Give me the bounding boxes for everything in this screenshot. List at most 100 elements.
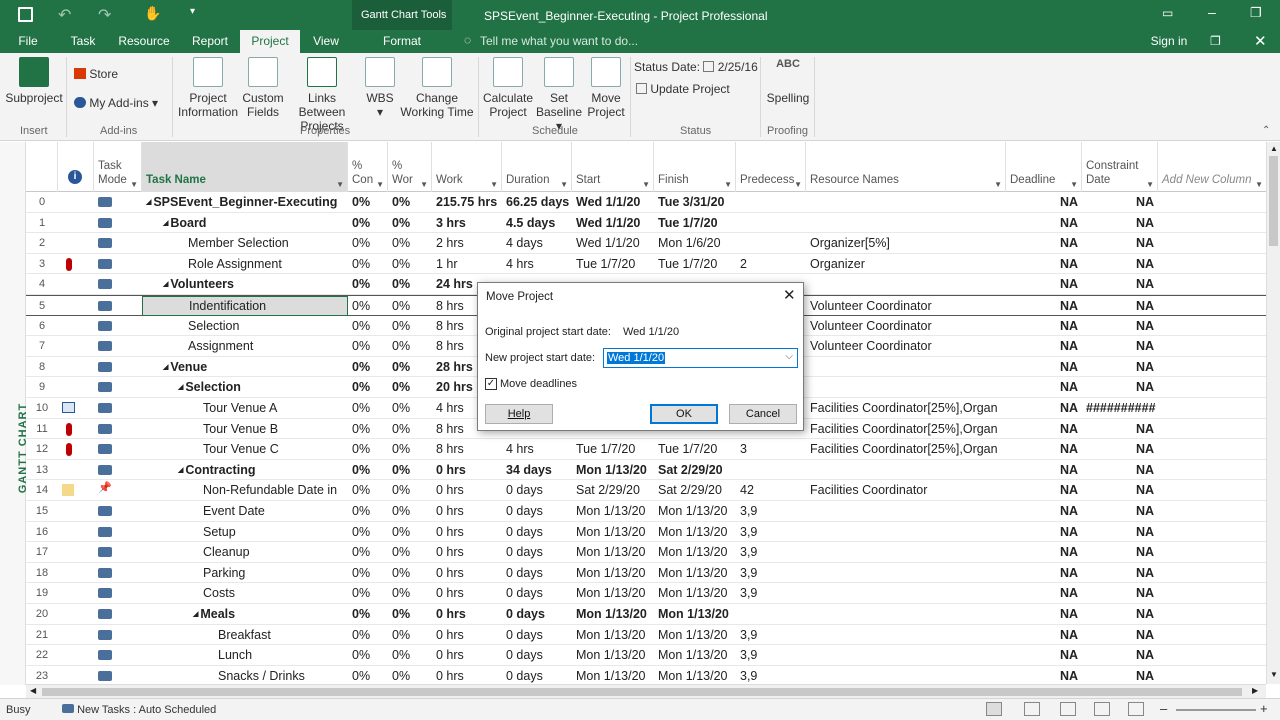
resource-names-cell[interactable]: Volunteer Coordinator <box>806 336 1006 356</box>
row-id[interactable]: 21 <box>26 625 58 645</box>
pct-complete-cell[interactable]: 0% <box>348 666 388 686</box>
task-name-cell[interactable]: ◢ Selection <box>142 377 348 397</box>
resource-names-cell[interactable] <box>806 522 1006 542</box>
duration-cell[interactable]: 0 days <box>502 583 572 603</box>
resource-names-cell[interactable] <box>806 625 1006 645</box>
deadline-cell[interactable]: NA <box>1006 583 1082 603</box>
finish-cell[interactable]: Mon 1/13/20 <box>654 542 736 562</box>
pct-work-cell[interactable]: 0% <box>388 439 432 459</box>
finish-cell[interactable]: Mon 1/13/20 <box>654 583 736 603</box>
tab-resource[interactable]: Resource <box>112 30 176 53</box>
zoom-out-icon[interactable]: – <box>1160 701 1167 716</box>
predecessors-cell[interactable]: 3,9 <box>736 666 806 686</box>
deadline-cell[interactable]: NA <box>1006 377 1082 397</box>
restore-small-icon[interactable]: ❐ <box>1210 34 1221 48</box>
pct-complete-cell[interactable]: 0% <box>348 439 388 459</box>
predecessors-cell[interactable] <box>736 192 806 212</box>
work-cell[interactable]: 0 hrs <box>432 480 502 500</box>
task-name-cell[interactable]: Member Selection <box>142 233 348 253</box>
task-name-cell[interactable]: Costs <box>142 583 348 603</box>
set-baseline-button[interactable]: Set Baseline ▾ <box>534 57 584 133</box>
start-cell[interactable]: Tue 1/7/20 <box>572 254 654 274</box>
duration-cell[interactable]: 0 days <box>502 604 572 624</box>
pct-complete-cell[interactable]: 0% <box>348 336 388 356</box>
pct-work-cell[interactable]: 0% <box>388 233 432 253</box>
row-id[interactable]: 15 <box>26 501 58 521</box>
start-cell[interactable]: Mon 1/13/20 <box>572 625 654 645</box>
resource-names-cell[interactable] <box>806 604 1006 624</box>
duration-cell[interactable]: 0 days <box>502 625 572 645</box>
view-resource-sheet-icon[interactable] <box>1094 702 1110 716</box>
task-name-cell[interactable]: Assignment <box>142 336 348 356</box>
table-row[interactable]: 0 0% 0% 215.75 hrs 66.25 days Wed 1/1/20 Tue 3… <box>26 192 1266 213</box>
duration-cell[interactable]: 0 days <box>502 522 572 542</box>
duration-cell[interactable]: 66.25 days <box>502 192 572 212</box>
chevron-down-icon[interactable]: ▼ <box>336 178 344 191</box>
status-date-control[interactable]: Status Date: 2/25/16 <box>634 60 758 74</box>
table-row[interactable]: 17 0% 0% 0 hrs 0 days Mon 1/13/20 Mon 1/13/20 3… <box>26 542 1266 563</box>
resource-names-cell[interactable] <box>806 213 1006 233</box>
col-task-mode-header[interactable]: Task Mode ▼ <box>94 142 142 192</box>
start-cell[interactable]: Sat 2/29/20 <box>572 480 654 500</box>
constraint-date-cell[interactable]: NA <box>1082 439 1158 459</box>
row-id[interactable]: 22 <box>26 645 58 665</box>
task-name-cell[interactable]: Selection <box>142 316 348 336</box>
view-gantt-icon[interactable] <box>986 702 1002 716</box>
resource-names-cell[interactable]: Facilities Coordinator[25%],Organ <box>806 419 1006 439</box>
resource-names-cell[interactable] <box>806 377 1006 397</box>
row-id[interactable]: 1 <box>26 213 58 233</box>
chevron-down-icon[interactable]: ▼ <box>794 178 802 191</box>
constraint-date-cell[interactable]: NA <box>1082 563 1158 583</box>
constraint-date-cell[interactable]: NA <box>1082 583 1158 603</box>
pct-work-cell[interactable]: 0% <box>388 357 432 377</box>
pct-complete-cell[interactable]: 0% <box>348 254 388 274</box>
ok-button[interactable]: OK <box>650 404 718 424</box>
constraint-date-cell[interactable]: NA <box>1082 604 1158 624</box>
update-project-button[interactable]: Update Project <box>636 82 730 96</box>
start-cell[interactable]: Mon 1/13/20 <box>572 666 654 686</box>
pct-complete-cell[interactable]: 0% <box>348 480 388 500</box>
work-cell[interactable]: 1 hr <box>432 254 502 274</box>
deadline-cell[interactable]: NA <box>1006 542 1082 562</box>
tab-file[interactable]: File <box>8 30 48 53</box>
resource-names-cell[interactable] <box>806 645 1006 665</box>
task-name-cell[interactable]: ◢ Meals <box>142 604 348 624</box>
start-cell[interactable]: Mon 1/13/20 <box>572 563 654 583</box>
pct-complete-cell[interactable]: 0% <box>348 645 388 665</box>
pct-complete-cell[interactable]: 0% <box>348 604 388 624</box>
predecessors-cell[interactable]: 3 <box>736 439 806 459</box>
scroll-left-icon[interactable]: ◀ <box>30 686 36 695</box>
pct-work-cell[interactable]: 0% <box>388 480 432 500</box>
start-cell[interactable]: Mon 1/13/20 <box>572 522 654 542</box>
minimize-icon[interactable]: – <box>1208 4 1216 20</box>
row-id[interactable]: 11 <box>26 419 58 439</box>
zoom-slider[interactable] <box>1176 709 1256 711</box>
finish-cell[interactable]: Mon 1/6/20 <box>654 233 736 253</box>
col-start-header[interactable]: Start ▼ <box>572 142 654 192</box>
row-id[interactable]: 13 <box>26 460 58 480</box>
pct-complete-cell[interactable]: 0% <box>348 192 388 212</box>
start-cell[interactable]: Wed 1/1/20 <box>572 192 654 212</box>
col-add-new-header[interactable]: Add New Column ▼ <box>1158 142 1266 192</box>
row-id[interactable]: 16 <box>26 522 58 542</box>
deadline-cell[interactable]: NA <box>1006 419 1082 439</box>
constraint-date-cell[interactable]: NA <box>1082 460 1158 480</box>
pct-work-cell[interactable]: 0% <box>388 377 432 397</box>
horizontal-scrollbar[interactable]: ◀ ▶ <box>26 684 1266 698</box>
predecessors-cell[interactable]: 42 <box>736 480 806 500</box>
row-id[interactable]: 12 <box>26 439 58 459</box>
cancel-button[interactable]: Cancel <box>729 404 797 424</box>
duration-cell[interactable]: 0 days <box>502 542 572 562</box>
table-row[interactable]: 21 0% 0% 0 hrs 0 days Mon 1/13/20 Mon 1/13/20 3… <box>26 625 1266 646</box>
resource-names-cell[interactable]: Organizer[5%] <box>806 233 1006 253</box>
duration-cell[interactable]: 0 days <box>502 563 572 583</box>
calculate-project-button[interactable]: Calculate Project <box>482 57 534 119</box>
deadline-cell[interactable]: NA <box>1006 625 1082 645</box>
customize-qat-icon[interactable]: ▾ <box>190 6 195 17</box>
resource-names-cell[interactable] <box>806 501 1006 521</box>
work-cell[interactable]: 0 hrs <box>432 625 502 645</box>
row-id[interactable]: 14 <box>26 480 58 500</box>
task-name-cell[interactable]: Breakfast <box>142 625 348 645</box>
duration-cell[interactable]: 4.5 days <box>502 213 572 233</box>
task-name-cell[interactable]: Tour Venue B <box>142 419 348 439</box>
